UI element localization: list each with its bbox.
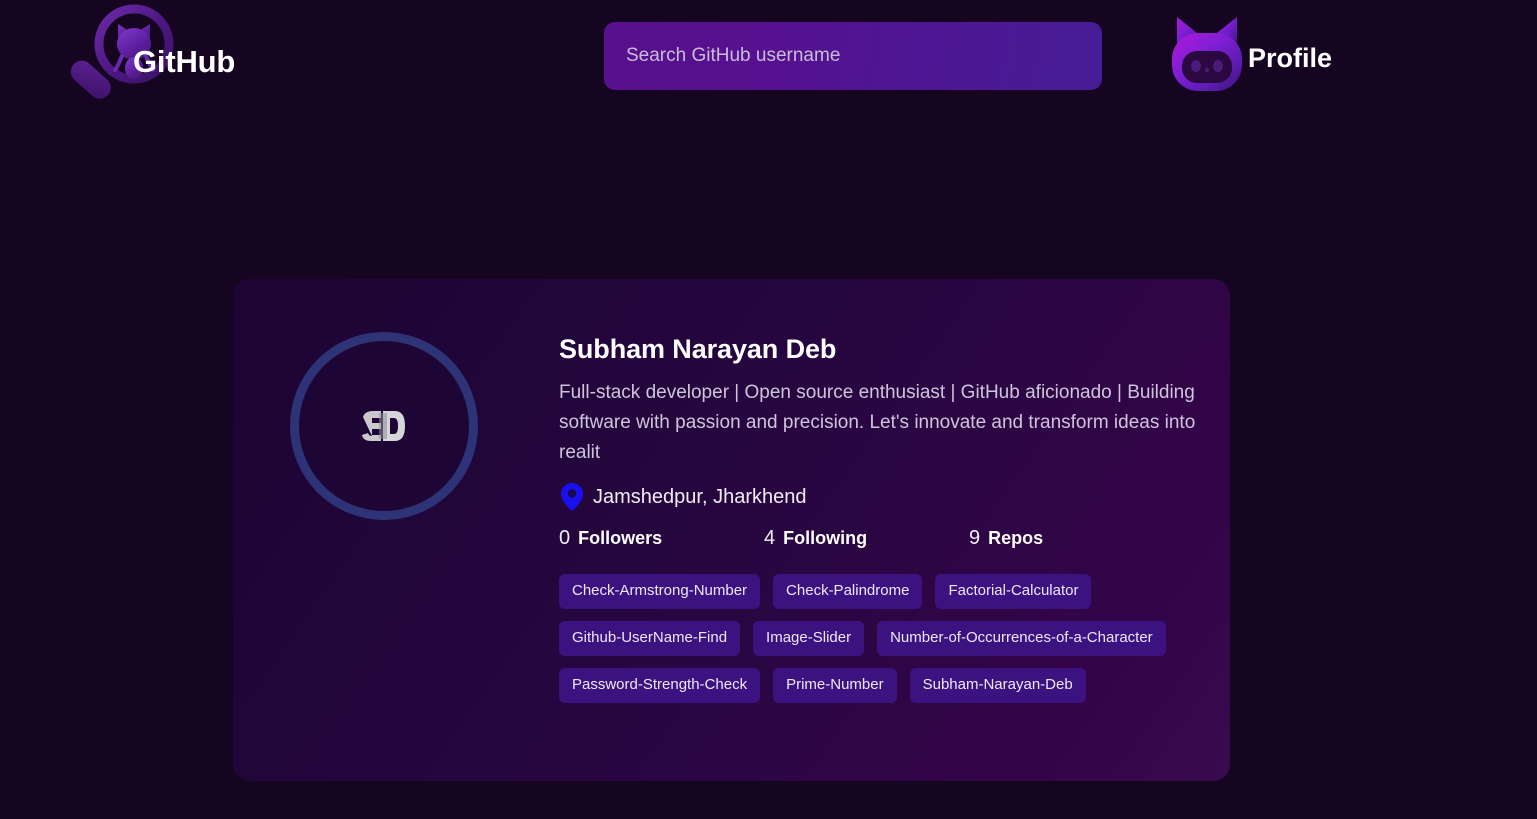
repo-tag-list: Check-Armstrong-Number Check-Palindrome … [559,574,1209,703]
avatar-monogram-icon [359,409,409,443]
map-pin-icon [561,483,583,511]
avatar [290,332,478,520]
profile-label: Profile [1248,43,1332,73]
display-name: Subham Narayan Deb [559,332,1230,366]
avatar-column [290,326,530,781]
repo-tag[interactable]: Number-of-Occurrences-of-a-Character [877,621,1166,656]
repo-tag[interactable]: Image-Slider [753,621,864,656]
profile-link[interactable]: Profile [1168,8,1332,98]
stats-row: 0 Followers 4 Following 9 Repos [559,527,1230,550]
followers-label: Followers [578,528,662,549]
repo-tag[interactable]: Github-UserName-Find [559,621,740,656]
repo-tag[interactable]: Check-Armstrong-Number [559,574,760,609]
repo-tag[interactable]: Password-Strength-Check [559,668,760,703]
repo-tag[interactable]: Prime-Number [773,668,897,703]
search-container [604,22,1102,90]
repos-count: 9 [969,527,980,550]
stat-following: 4 Following [764,527,969,550]
repo-tag[interactable]: Factorial-Calculator [935,574,1091,609]
profile-info: Subham Narayan Deb Full-stack developer … [530,326,1230,781]
profile-card: Subham Narayan Deb Full-stack developer … [233,279,1230,781]
repo-tag[interactable]: Check-Palindrome [773,574,922,609]
following-count: 4 [764,527,775,550]
search-input[interactable] [604,22,1102,90]
location-text: Jamshedpur, Jharkhend [593,484,806,510]
followers-count: 0 [559,527,570,550]
app-header: GitHub [0,0,1537,120]
following-label: Following [783,528,867,549]
brand: GitHub [70,4,370,116]
location-row: Jamshedpur, Jharkhend [559,483,1230,511]
stat-repos: 9 Repos [969,527,1174,550]
octocat-face-icon [1168,11,1246,95]
bio-text: Full-stack developer | Open source enthu… [559,378,1199,468]
stat-followers: 0 Followers [559,527,764,550]
repo-tag[interactable]: Subham-Narayan-Deb [910,668,1086,703]
repos-label: Repos [988,528,1043,549]
brand-name: GitHub [133,40,235,84]
